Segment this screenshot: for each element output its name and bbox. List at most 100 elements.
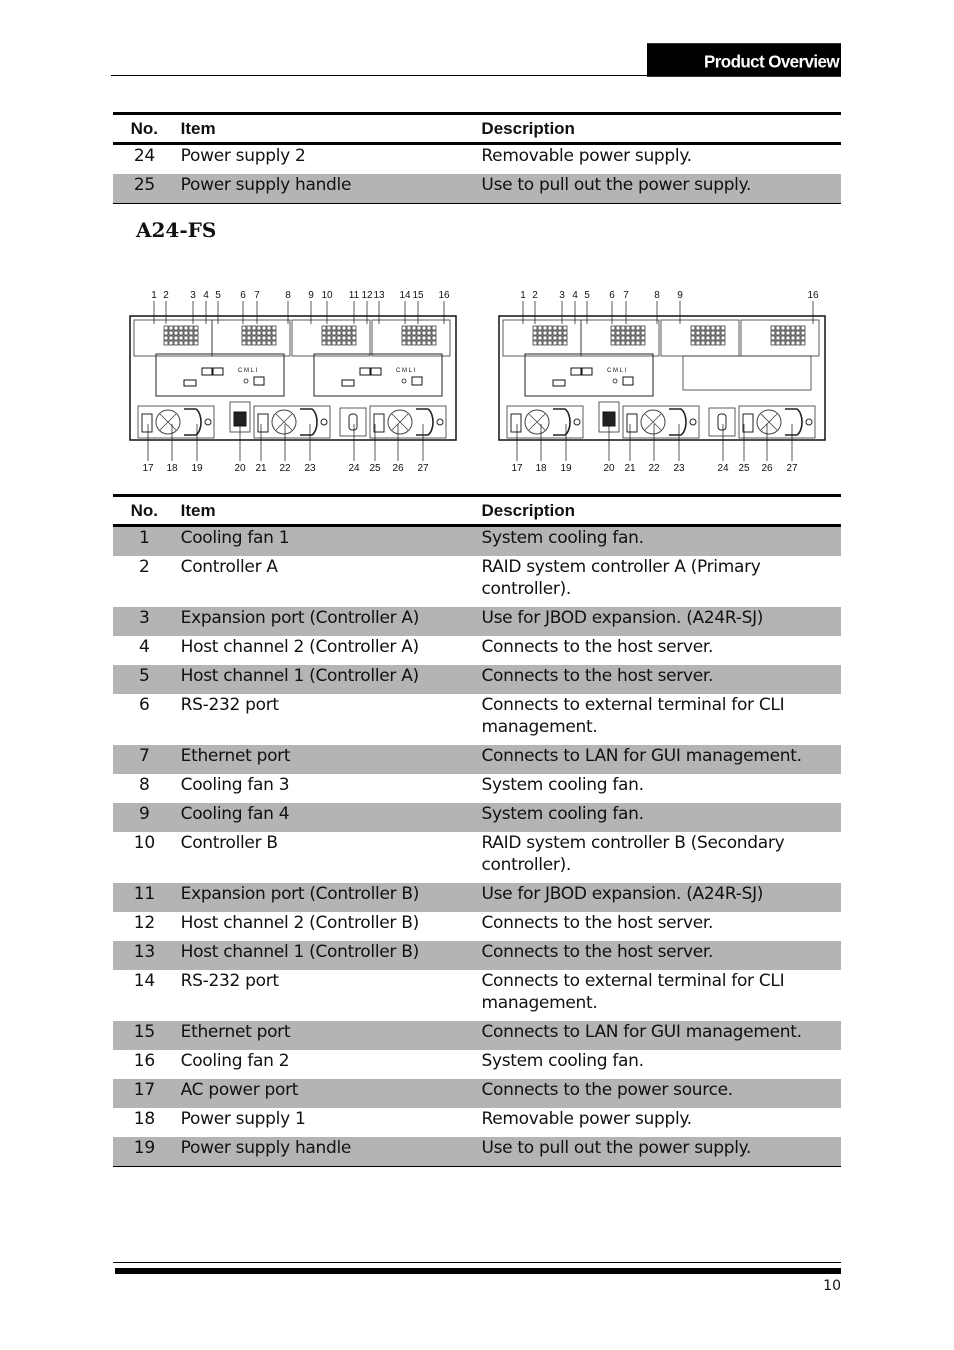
- thumbscrew: [204, 418, 212, 426]
- callout-label: 5: [584, 290, 590, 301]
- vent-grille: [547, 330, 553, 336]
- column-header-item: Item: [180, 118, 216, 138]
- cell-item: Power supply 1: [180, 1109, 306, 1129]
- thumbscrew: [689, 418, 697, 426]
- callout-label: 17: [511, 463, 523, 474]
- vent-grille: [790, 340, 796, 346]
- callout-label: 1: [520, 290, 526, 301]
- table-row: 5 Host channel 1 (Controller A) Connects t…: [113, 665, 841, 694]
- fan-cross: [391, 413, 409, 431]
- cell-description: System cooling fan.: [481, 804, 644, 824]
- vent-grille: [173, 340, 179, 346]
- rs232-port-icon: [612, 378, 618, 384]
- port-label: C M L I: [238, 368, 257, 374]
- vent-grille: [188, 325, 194, 331]
- vent-grille: [710, 325, 716, 331]
- vent-grille: [406, 335, 412, 341]
- rear-panel-figure-dual-controller: 1 2 3 4 5 6 7 8 9 10 11 12 13 14 15 16 17 18 19 20 21 22 23 24 2…: [126, 284, 466, 483]
- vent-grille: [720, 325, 726, 331]
- cell-item: Host channel 1 (Controller B): [180, 942, 420, 962]
- vent-grille: [532, 340, 538, 346]
- vent-grille: [790, 335, 796, 341]
- vent-grille: [780, 335, 786, 341]
- cell-description: Connects to external terminal for CLI ma…: [481, 695, 785, 737]
- vent-grille: [775, 335, 781, 341]
- callout-label: 18: [166, 463, 178, 474]
- fan-cross: [275, 413, 293, 431]
- vent-grille: [705, 325, 711, 331]
- vent-grille: [640, 330, 646, 336]
- vent-grille: [615, 330, 621, 336]
- vent-grille: [426, 335, 432, 341]
- callout-label: 13: [373, 290, 385, 301]
- vent-grille: [547, 340, 553, 346]
- vent-grille: [346, 335, 352, 341]
- rear-panel-diagram-single: 1 2 3 4 5 6 7 8 9 1617 18 19 20 21 22 23 24 25 26 27C M L I: [498, 290, 826, 474]
- vent-grille: [331, 335, 337, 341]
- vent-grille: [710, 330, 716, 336]
- serial-connector-housing: [339, 407, 367, 437]
- callout-label: 4: [572, 290, 578, 301]
- vent-grille: [266, 335, 272, 341]
- vent-grille: [700, 330, 706, 336]
- vent-grille: [421, 340, 427, 346]
- vent-grille: [552, 335, 558, 341]
- vent-grille: [261, 335, 267, 341]
- vent-grille: [770, 335, 776, 341]
- fan-cross: [760, 413, 778, 431]
- vent-grille: [261, 330, 267, 336]
- table-row: 1 Cooling fan 1 System cooling fan.: [113, 525, 841, 556]
- vent-grille: [188, 335, 194, 341]
- vent-grille: [625, 325, 631, 331]
- cell-description: System cooling fan.: [481, 528, 644, 548]
- page-number: 10: [823, 1278, 841, 1294]
- vent-grille: [542, 325, 548, 331]
- vent-grille: [615, 335, 621, 341]
- callout-label: 7: [254, 290, 260, 301]
- vent-grille: [341, 335, 347, 341]
- cell-number: 8: [139, 775, 150, 795]
- table-row: 13 Host channel 1 (Controller B) Connects …: [113, 941, 841, 970]
- column-header-description: Description: [481, 500, 575, 520]
- vent-grille: [251, 335, 257, 341]
- vent-grille: [351, 330, 357, 336]
- cell-number: 17: [133, 1080, 155, 1100]
- callout-label: 1: [151, 290, 157, 301]
- vent-grille: [336, 335, 342, 341]
- vent-grille: [775, 330, 781, 336]
- cell-item: Controller B: [180, 833, 278, 853]
- host-port-icon: [581, 367, 593, 376]
- table-row: 6 RS-232 port Connects to external termina…: [113, 694, 841, 745]
- table-row: 4 Host channel 2 (Controller A) Connects t…: [113, 636, 841, 665]
- callout-label: 16: [807, 290, 819, 301]
- table-row: 2 Controller A RAID system controller A (P…: [113, 556, 841, 607]
- vent-grille: [700, 340, 706, 346]
- vent-grille: [426, 340, 432, 346]
- vent-grille: [266, 325, 272, 331]
- vent-grille: [168, 340, 174, 346]
- cell-description: Connects to the host server.: [481, 913, 714, 933]
- vent-grille: [431, 340, 437, 346]
- main-component-table: No. Item Description 1 Cooling fan 1 Syste…: [113, 494, 841, 1167]
- cell-number: 10: [133, 833, 155, 853]
- table-row: 10 Controller B RAID system controller B (…: [113, 832, 841, 883]
- vent-grille: [341, 325, 347, 331]
- section-header: Product Overview: [647, 43, 841, 77]
- vent-grille: [401, 335, 407, 341]
- vent-grille: [690, 330, 696, 336]
- cell-description: Use for JBOD expansion. (A24R-SJ): [481, 608, 764, 628]
- vent-grille: [406, 340, 412, 346]
- vent-grille: [547, 335, 553, 341]
- vent-grille: [251, 340, 257, 346]
- vent-grille: [542, 335, 548, 341]
- thumbscrew: [436, 418, 444, 426]
- vent-grille: [795, 325, 801, 331]
- cell-number: 9: [139, 804, 150, 824]
- vent-grille: [188, 340, 194, 346]
- vent-grille: [625, 340, 631, 346]
- cell-number: 1: [139, 528, 150, 548]
- table-row: 16 Cooling fan 2 System cooling fan.: [113, 1050, 841, 1079]
- rs232-port-icon: [401, 378, 407, 384]
- cell-item: Cooling fan 3: [180, 775, 290, 795]
- vent-grille: [256, 325, 262, 331]
